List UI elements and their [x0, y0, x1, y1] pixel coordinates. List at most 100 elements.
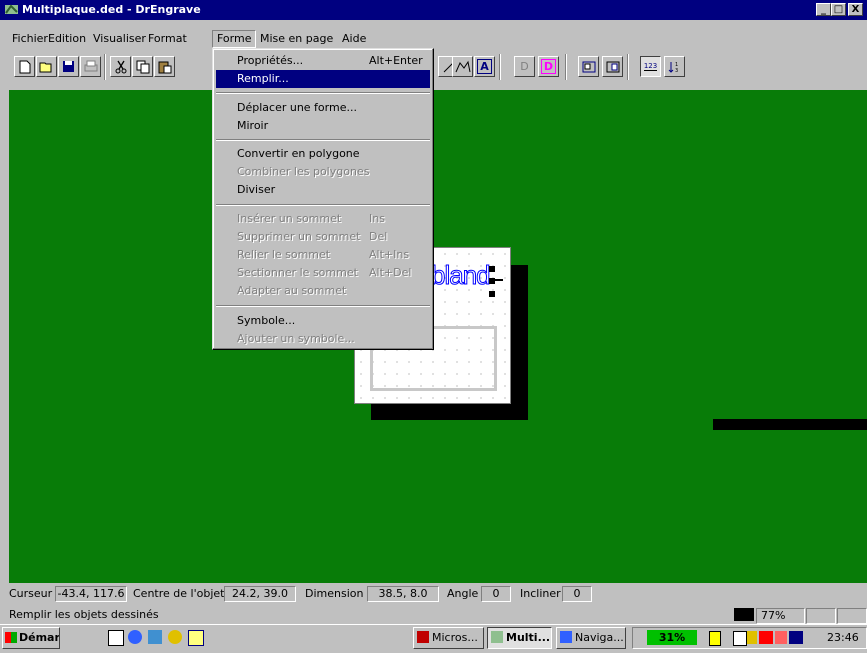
copy-icon — [136, 60, 149, 74]
menu-edition[interactable]: Edition — [44, 30, 90, 48]
menu-item-remplir[interactable]: Remplir... — [216, 70, 430, 88]
cut-button[interactable] — [110, 56, 131, 77]
d-magenta-button[interactable]: D — [538, 56, 559, 77]
menu-item-diviser[interactable]: Diviser — [216, 181, 430, 199]
close-button[interactable]: X — [848, 3, 863, 16]
menu-item-ajouter-symbole: Ajouter un symbole... — [237, 332, 355, 345]
system-tray: 31% 23:46 — [632, 627, 867, 649]
menu-item-adapter-sommet: Adapter au sommet — [237, 284, 347, 297]
save-icon — [63, 61, 74, 72]
search-icon[interactable] — [188, 630, 204, 646]
selection-handle[interactable] — [489, 291, 495, 297]
volume-icon[interactable] — [747, 631, 757, 644]
cursor-label: Curseur — [9, 587, 53, 600]
menu-mise-en-page[interactable]: Mise en page — [256, 30, 337, 48]
d-button[interactable]: D — [514, 56, 535, 77]
menu-item-relier-sommet: Relier le sommet Alt+Ins — [237, 248, 410, 261]
battery-icon[interactable] — [709, 631, 721, 646]
title-bar: Multiplaque.ded - DrEngrave _ □ X — [0, 0, 867, 20]
group-icon — [582, 61, 595, 73]
quick-app-icon[interactable] — [168, 630, 182, 644]
menu-forme[interactable]: Forme — [212, 30, 257, 48]
plate-text[interactable]: bland — [431, 260, 492, 291]
task-microsoft[interactable]: Micros... — [413, 627, 484, 649]
new-button[interactable] — [14, 56, 35, 77]
menu-aide[interactable]: Aide — [338, 30, 370, 48]
internet-explorer-icon[interactable] — [128, 630, 142, 644]
status-empty-field — [837, 608, 867, 624]
status-empty-field — [806, 608, 836, 624]
paste-icon — [158, 61, 171, 74]
drawing-canvas[interactable]: bland — [9, 90, 867, 583]
dimension-label: Dimension — [305, 587, 364, 600]
menu-separator — [216, 92, 430, 94]
windows-logo-icon — [5, 632, 17, 643]
battery-indicator[interactable]: 31% — [647, 630, 697, 645]
open-icon — [39, 62, 52, 73]
shape-bar[interactable] — [713, 419, 867, 430]
app-icon — [417, 631, 429, 643]
sequence-button[interactable]: 13 — [664, 56, 685, 77]
menu-item-proprietes[interactable]: Propriétés... Alt+Enter — [216, 52, 430, 70]
menu-item-convertir[interactable]: Convertir en polygone — [216, 145, 430, 163]
tray-icon[interactable] — [775, 631, 787, 644]
clock[interactable]: 23:46 — [827, 630, 859, 646]
open-button[interactable] — [36, 56, 57, 77]
ati-icon[interactable] — [759, 631, 773, 644]
minimize-button[interactable]: _ — [816, 3, 831, 16]
numbering-button[interactable]: 123 — [640, 56, 661, 77]
d-magenta-icon: D — [540, 59, 557, 74]
cursor-value: -43.4, 117.6 — [55, 586, 127, 602]
selection-handle[interactable] — [489, 266, 495, 272]
group-button[interactable] — [578, 56, 599, 77]
print-button[interactable] — [80, 56, 101, 77]
ungroup-button[interactable] — [602, 56, 623, 77]
monitor-icon[interactable] — [789, 631, 803, 644]
paste-button[interactable] — [154, 56, 175, 77]
menu-item-combiner: Combiner les polygones — [237, 165, 370, 178]
outlook-icon[interactable] — [148, 630, 162, 644]
menu-item-inserer-sommet: Insérer un sommet Ins — [237, 212, 385, 225]
svg-text:3: 3 — [675, 68, 678, 74]
menu-item-supprimer-sommet: Supprimer un sommet Del — [237, 230, 388, 243]
task-navigateur[interactable]: Naviga... — [556, 627, 626, 649]
window-title: Multiplaque.ded - DrEngrave — [22, 3, 201, 16]
help-text: Remplir les objets dessinés — [9, 608, 159, 621]
maximize-button[interactable]: □ — [831, 3, 846, 16]
menu-format[interactable]: Format — [144, 30, 191, 48]
handle-arrow — [495, 279, 503, 281]
menu-separator — [216, 204, 430, 206]
copy-button[interactable] — [132, 56, 153, 77]
task-multiplaque[interactable]: Multi... — [487, 627, 552, 649]
incline-value: 0 — [562, 586, 592, 602]
tray-icon[interactable] — [733, 631, 747, 646]
dimension-value: 38.5, 8.0 — [367, 586, 439, 602]
ungroup-icon — [606, 61, 619, 73]
menu-item-miroir[interactable]: Miroir — [216, 117, 430, 135]
status-bar-help: Remplir les objets dessinés 77% — [0, 606, 867, 624]
menu-separator — [216, 305, 430, 307]
menu-visualiser[interactable]: Visualiser — [89, 30, 150, 48]
menu-item-symbole[interactable]: Symbole... — [216, 312, 430, 330]
save-button[interactable] — [58, 56, 79, 77]
angle-label: Angle — [447, 587, 479, 600]
new-icon — [19, 60, 30, 74]
menu-item-sectionner-sommet: Sectionner le sommet Alt+Del — [237, 266, 412, 279]
angle-value: 0 — [481, 586, 511, 602]
show-desktop-icon[interactable] — [108, 630, 124, 646]
menu-item-deplacer[interactable]: Déplacer une forme... — [216, 99, 430, 117]
incline-label: Incliner — [520, 587, 561, 600]
sequence-icon: 13 — [668, 62, 678, 74]
polyline-icon — [455, 60, 470, 73]
center-value: 24.2, 39.0 — [224, 586, 296, 602]
forme-dropdown-menu: Propriétés... Alt+Enter Remplir... Déplac… — [212, 48, 434, 350]
start-button[interactable]: Démarrer — [2, 627, 60, 649]
d-icon: D — [520, 60, 529, 73]
polyline-button[interactable] — [452, 56, 473, 77]
menu-separator — [216, 139, 430, 141]
text-icon: A — [477, 59, 492, 74]
text-button[interactable]: A — [474, 56, 495, 77]
drengrave-icon — [491, 631, 503, 643]
menu-bar: Fichier Edition Visualiser Format Forme … — [0, 30, 867, 48]
app-icon — [5, 4, 18, 14]
